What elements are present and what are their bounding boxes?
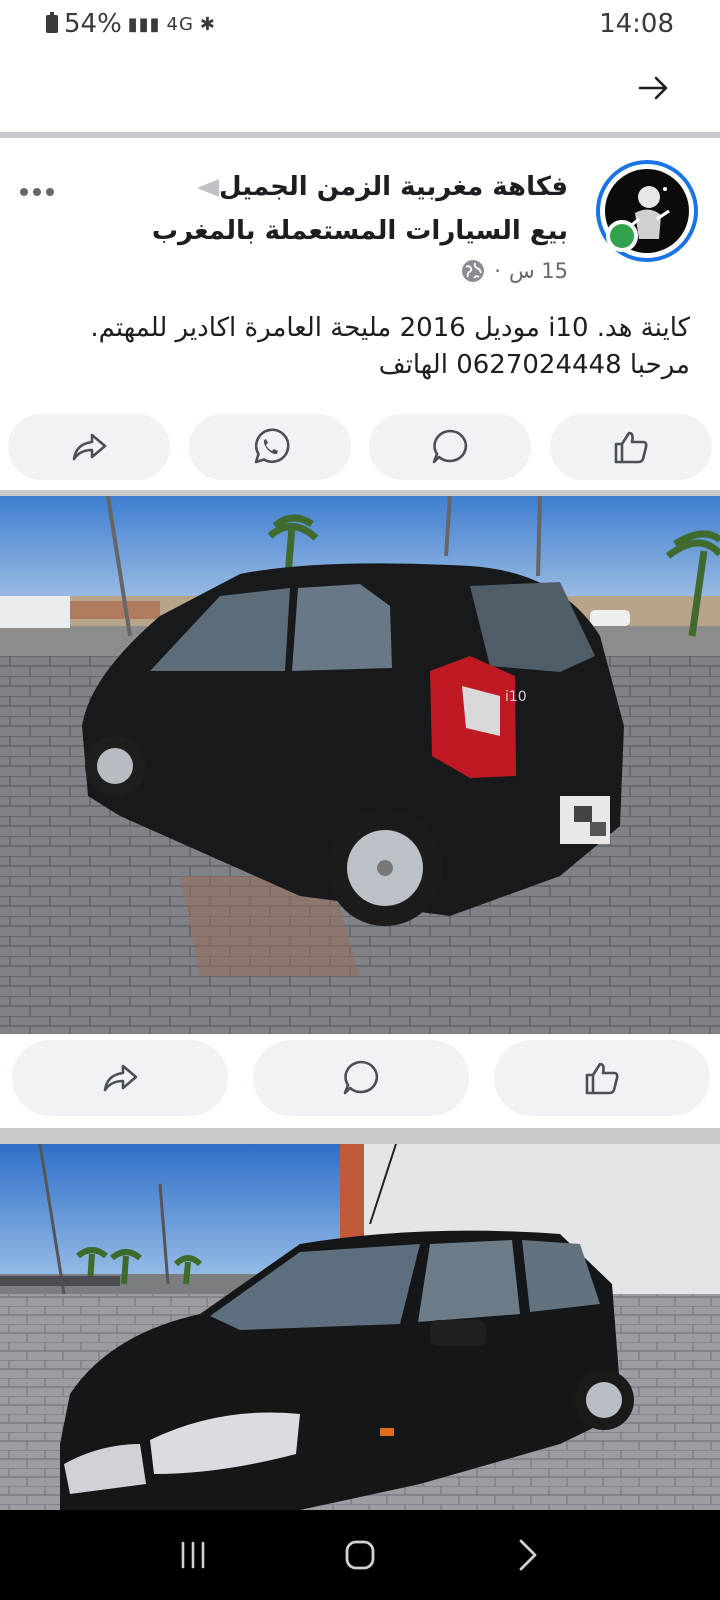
car-photo-front-image: [0, 1144, 720, 1510]
online-status-dot: [606, 220, 638, 252]
divider: [0, 1128, 720, 1144]
meta-separator: ·: [494, 259, 501, 283]
post-header: فكاهة مغربية الزمن الجميل بيع السيارات ا…: [0, 150, 720, 300]
more-options-icon[interactable]: [20, 184, 60, 200]
bluetooth-icon: ✱: [199, 13, 217, 35]
like-icon: [585, 1062, 619, 1095]
photo-comment-button[interactable]: [253, 1040, 469, 1116]
photo-actions: [12, 1040, 710, 1116]
status-left: 54% ▮▮▮ 4G ✱: [46, 9, 216, 39]
post-text-line-2: مرحبا 0627024448 الهاتف: [378, 350, 690, 380]
home-icon[interactable]: [340, 1535, 380, 1575]
battery-percent: 54%: [64, 9, 122, 39]
post-meta: 15 س ·: [460, 258, 568, 284]
status-bar: 54% ▮▮▮ 4G ✱ 14:08: [0, 0, 720, 48]
share-icon: [103, 1064, 138, 1092]
system-nav-bar: [0, 1510, 720, 1600]
car-photo-rear[interactable]: i10: [0, 496, 720, 1034]
car-badge: i10: [505, 689, 527, 705]
photo-like-button[interactable]: [494, 1040, 710, 1116]
whatsapp-icon: [254, 428, 290, 464]
photo-share-button[interactable]: [12, 1040, 228, 1116]
car-photo-front[interactable]: [0, 1144, 720, 1510]
arrow-right-icon[interactable]: [634, 68, 674, 108]
whatsapp-button[interactable]: [188, 414, 351, 480]
battery-icon: [46, 12, 58, 33]
post-actions: [8, 414, 712, 480]
triangle-icon: [197, 178, 220, 197]
post-text: كاينة هد. i10 موديل 2016 مليحة العامرة ا…: [20, 310, 690, 384]
page-name-text: فكاهة مغربية الزمن الجميل: [219, 172, 568, 202]
globe-icon: [462, 260, 485, 282]
clock: 14:08: [599, 9, 674, 39]
like-icon: [614, 431, 648, 464]
top-bar: [0, 48, 720, 132]
back-icon[interactable]: [507, 1535, 547, 1575]
signal-icon: ▮▮▮: [127, 13, 161, 35]
network-type: 4G: [166, 13, 194, 35]
car-photo-rear-image: i10: [0, 496, 720, 1034]
post-text-line-1: كاينة هد. i10 موديل 2016 مليحة العامرة ا…: [90, 313, 690, 343]
recent-apps-icon[interactable]: [173, 1535, 213, 1575]
share-button[interactable]: [8, 414, 170, 480]
share-icon: [72, 433, 107, 461]
like-button[interactable]: [549, 414, 712, 480]
divider: [0, 132, 720, 138]
post-time: 15 س: [508, 259, 568, 283]
page-name[interactable]: فكاهة مغربية الزمن الجميل: [191, 172, 568, 202]
comment-icon: [433, 429, 468, 464]
comment-button[interactable]: [369, 414, 532, 480]
comment-icon: [343, 1060, 379, 1095]
group-name[interactable]: بيع السيارات المستعملة بالمغرب: [152, 216, 568, 246]
